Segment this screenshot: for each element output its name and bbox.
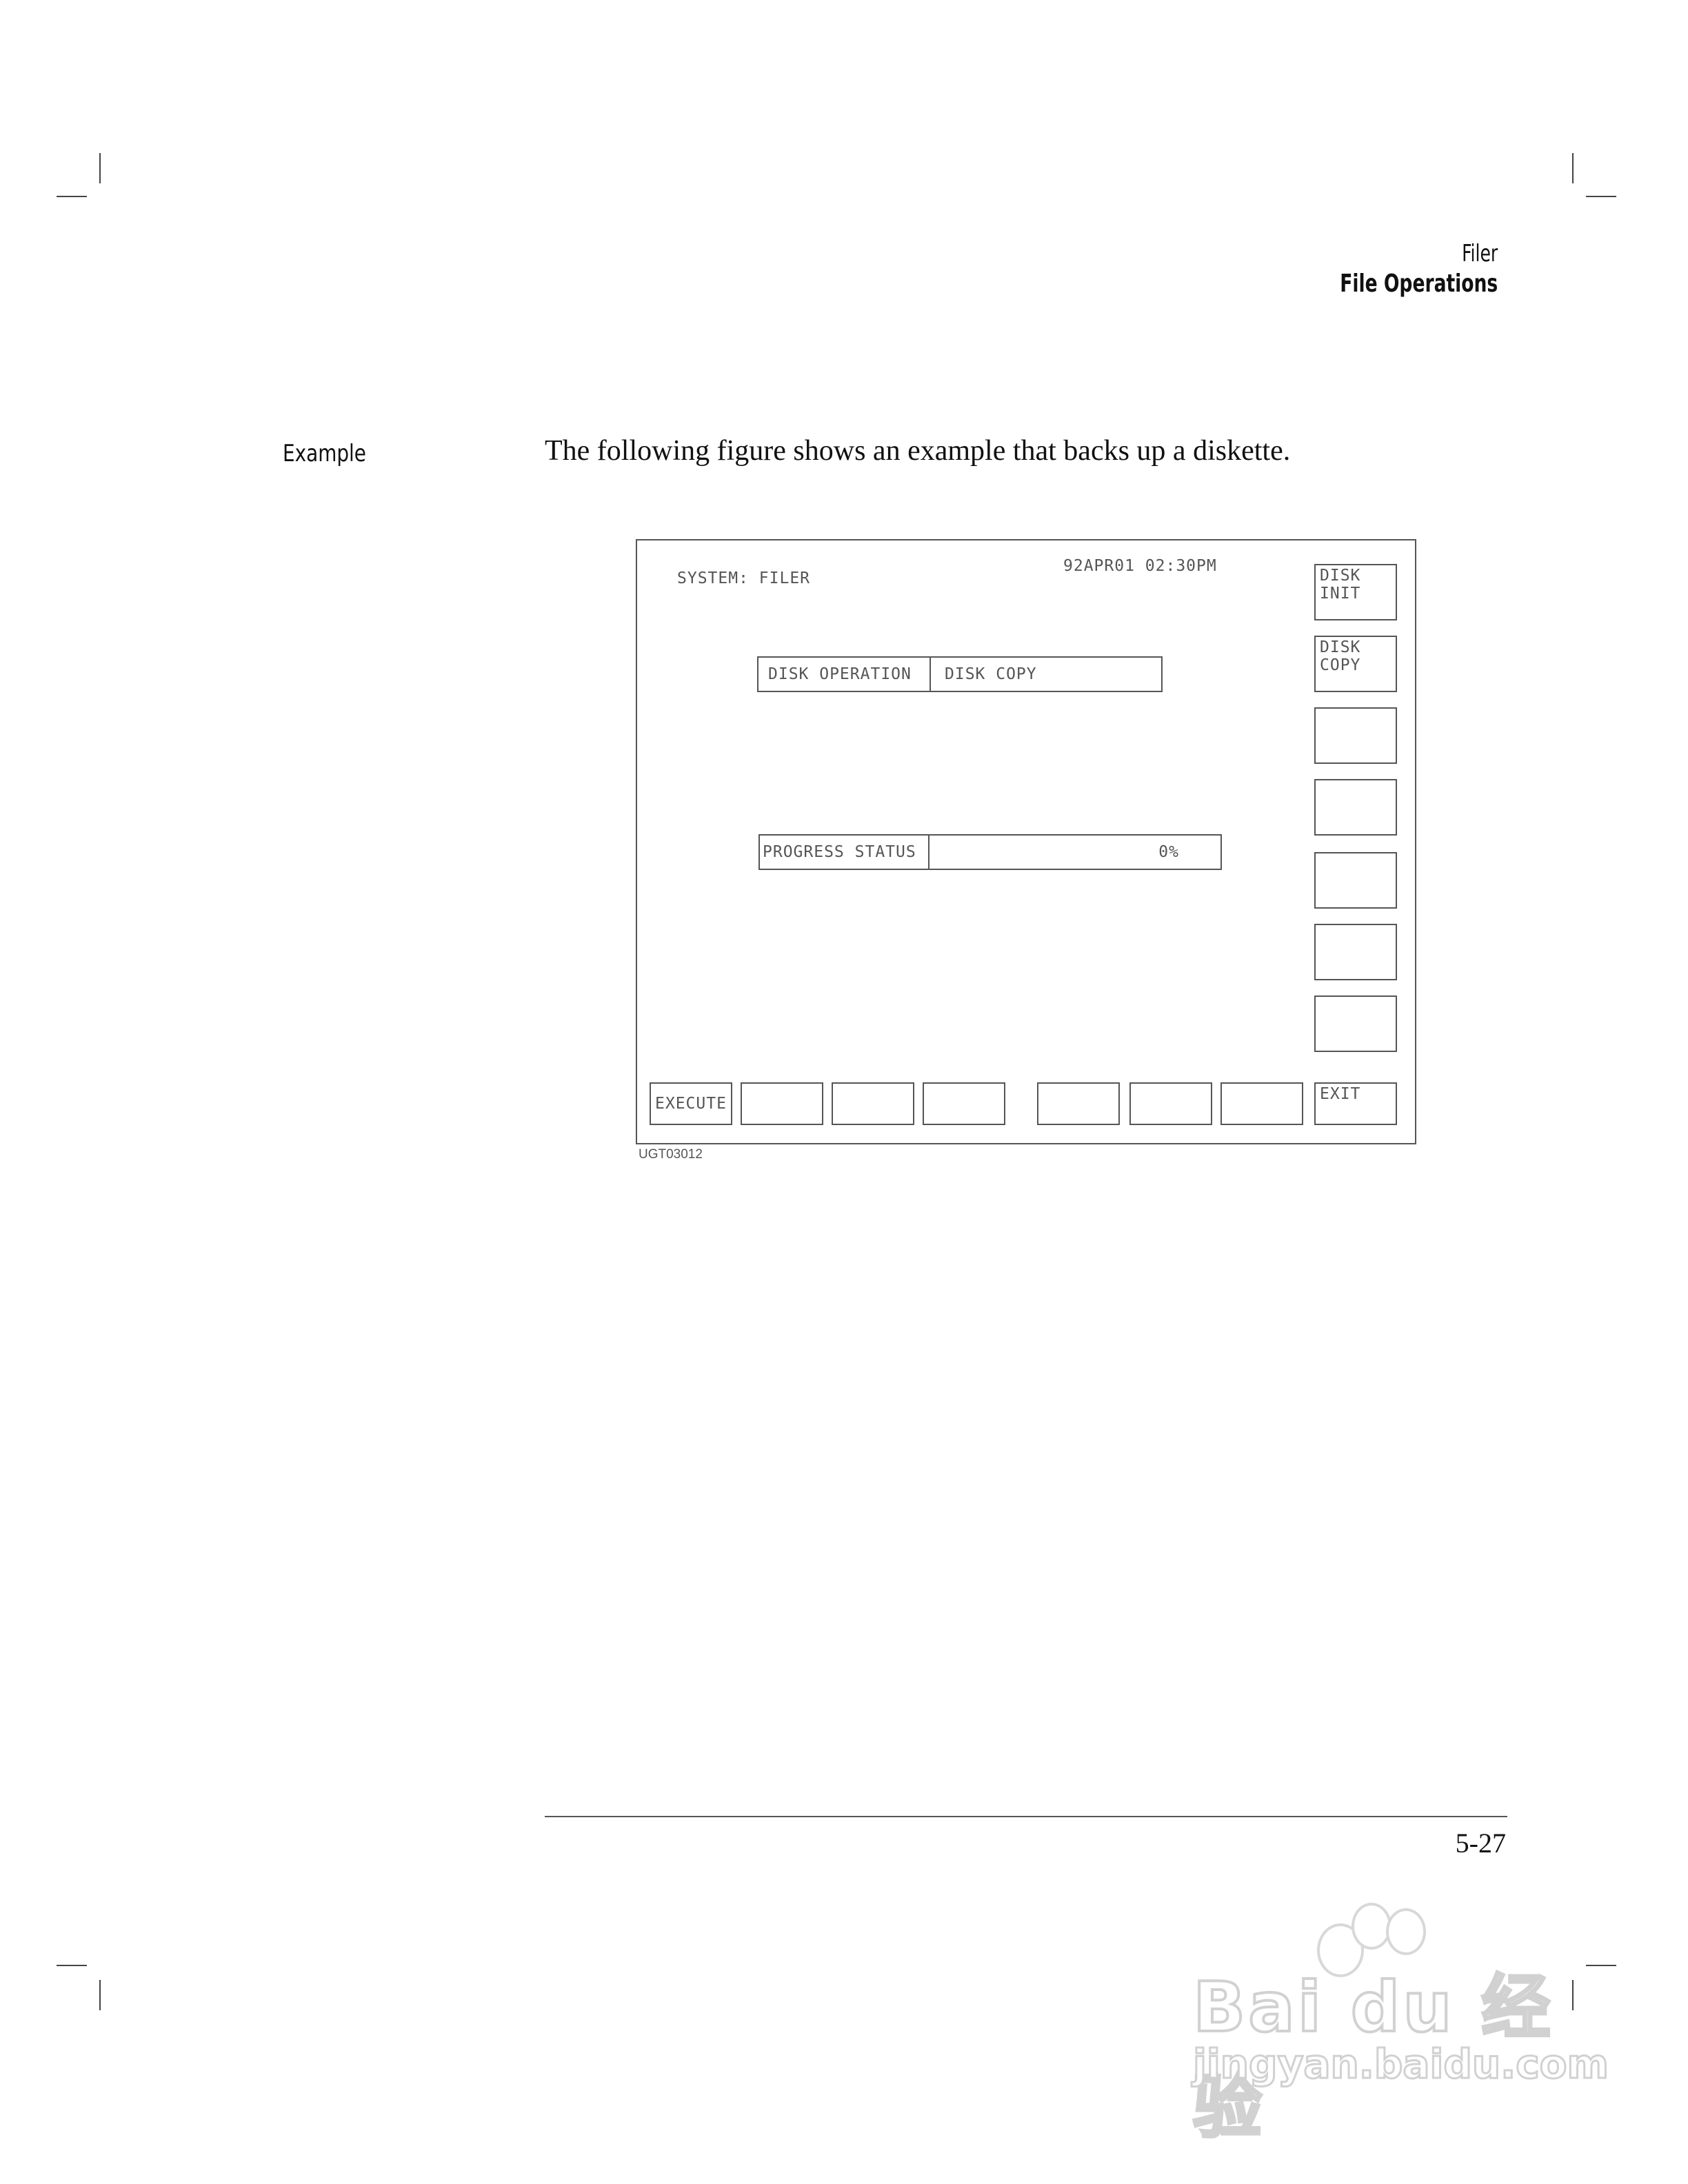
softkey-blank[interactable]: [1314, 995, 1397, 1052]
bottom-softkey-blank[interactable]: [832, 1082, 914, 1125]
progress-status-field: PROGRESS STATUS 0%: [758, 834, 1222, 870]
timestamp: 92APR01 02:30PM: [1063, 557, 1217, 575]
softkey-label: DISK: [1320, 567, 1361, 585]
intro-paragraph: The following figure shows an example th…: [545, 435, 1291, 467]
softkey-disk-copy[interactable]: DISK COPY: [1314, 636, 1397, 692]
figure-id: UGT03012: [639, 1147, 703, 1162]
paw-icon: [1386, 1908, 1426, 1955]
crop-mark: [99, 153, 101, 183]
softkey-disk-init[interactable]: DISK INIT: [1314, 564, 1397, 620]
bottom-softkey-blank[interactable]: [923, 1082, 1005, 1125]
running-header: Filer File Operations: [1305, 240, 1498, 301]
execute-button[interactable]: EXECUTE: [650, 1082, 732, 1125]
bottom-softkey-blank[interactable]: [1129, 1082, 1212, 1125]
section-title: File Operations: [1340, 270, 1498, 298]
disk-operation-value: DISK COPY: [945, 665, 1037, 683]
crop-mark: [1586, 1965, 1616, 1966]
side-label: Example: [283, 440, 366, 467]
filer-screen-figure: SYSTEM: FILER 92APR01 02:30PM DISK OPERA…: [636, 539, 1416, 1144]
progress-status-value: 0%: [1158, 843, 1179, 861]
system-label: SYSTEM: FILER: [677, 569, 811, 587]
paw-icon: [1352, 1903, 1391, 1950]
disk-operation-label: DISK OPERATION: [758, 658, 931, 691]
progress-status-label: PROGRESS STATUS: [760, 836, 930, 869]
bottom-softkey-blank[interactable]: [741, 1082, 823, 1125]
crop-mark: [57, 196, 87, 197]
softkey-blank[interactable]: [1314, 852, 1397, 909]
softkey-blank[interactable]: [1314, 707, 1397, 764]
chapter-title: Filer: [1461, 240, 1498, 267]
baidu-watermark: Bai du 经验 jingyan.baidu.com: [1192, 1903, 1609, 2149]
crop-mark: [1586, 196, 1616, 197]
page-number: 5-27: [1455, 1828, 1506, 1859]
softkey-label: DISK: [1320, 638, 1361, 656]
footer-rule: [545, 1816, 1507, 1817]
softkey-blank[interactable]: [1314, 779, 1397, 836]
crop-mark: [1572, 1980, 1574, 2010]
crop-mark: [99, 1980, 101, 2010]
softkey-label: INIT: [1320, 585, 1361, 603]
crop-mark: [57, 1965, 87, 1966]
crop-mark: [1572, 153, 1574, 183]
disk-operation-field[interactable]: DISK OPERATION DISK COPY: [757, 656, 1163, 692]
bottom-softkey-blank[interactable]: [1037, 1082, 1120, 1125]
bottom-softkey-blank[interactable]: [1220, 1082, 1303, 1125]
softkey-blank[interactable]: [1314, 924, 1397, 980]
softkey-label: COPY: [1320, 656, 1361, 674]
watermark-url: jingyan.baidu.com: [1192, 2040, 1610, 2089]
exit-button[interactable]: EXIT: [1314, 1082, 1397, 1125]
